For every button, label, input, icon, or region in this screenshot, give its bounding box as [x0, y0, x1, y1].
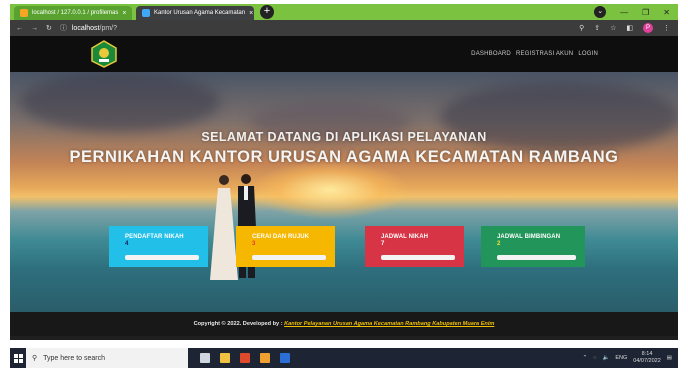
app-icon[interactable] — [260, 353, 270, 363]
back-icon[interactable]: ← — [16, 25, 23, 32]
card-pendaftar-nikah[interactable]: PENDAFTAR NIKAH 4 — [109, 226, 208, 267]
chrome-icon[interactable] — [240, 353, 250, 363]
card-progress-bar — [497, 255, 576, 260]
forward-icon[interactable]: → — [31, 25, 38, 32]
sunset-glow — [250, 160, 410, 220]
page-bottom-strip — [10, 340, 678, 348]
phpmyadmin-favicon-icon — [20, 9, 28, 17]
start-button[interactable] — [10, 348, 26, 368]
new-tab-button[interactable]: + — [260, 5, 274, 19]
card-label: CERAI DAN RUJUK — [252, 234, 310, 240]
tray-chevron-icon[interactable]: ⌃ — [583, 355, 588, 361]
bookmark-star-icon[interactable]: ☆ — [610, 24, 616, 32]
card-value: 7 — [381, 241, 385, 247]
kemenag-logo-icon — [91, 40, 117, 68]
site-info-icon[interactable]: ⓘ — [60, 23, 67, 33]
screen: localhost / 127.0.0.1 / profilemas × Kan… — [0, 0, 688, 371]
minimize-icon[interactable]: — — [620, 8, 628, 17]
hero-banner: SELAMAT DATANG DI APLIKASI PELAYANAN PER… — [10, 72, 678, 312]
tab-label: Kantor Urusan Agama Kecamatan — [154, 10, 246, 16]
card-progress-bar — [125, 255, 199, 260]
card-progress-bar — [381, 255, 455, 260]
profile-avatar[interactable]: P — [643, 23, 653, 33]
task-view-icon[interactable] — [200, 353, 210, 363]
taskbar-search-input[interactable]: ⚲ Type here to search — [26, 348, 188, 368]
notification-icon[interactable]: ▤ — [667, 355, 672, 361]
reload-icon[interactable]: ↻ — [46, 24, 52, 32]
system-tray: ⌃ ◌ 🔈 ENG 8:14 04/07/2022 ▤ — [583, 351, 678, 365]
site-navbar: DASHBOARD REGISTRASI AKUN LOGIN — [10, 36, 678, 72]
close-tab-icon[interactable]: × — [249, 10, 253, 17]
toolbar-right: ⚲ ⇪ ☆ ◧ P ⋮ — [579, 23, 678, 33]
site-footer: Copyright © 2022. Developed by : Kantor … — [10, 312, 678, 336]
card-cerai-rujuk[interactable]: CERAI DAN RUJUK 3 — [236, 226, 335, 267]
word-icon[interactable] — [280, 353, 290, 363]
file-explorer-icon[interactable] — [220, 353, 230, 363]
tab-label: localhost / 127.0.0.1 / profilemas — [32, 10, 119, 16]
card-label: JADWAL NIKAH — [381, 234, 429, 240]
browser-tab-bar: localhost / 127.0.0.1 / profilemas × Kan… — [10, 4, 678, 20]
card-label: JADWAL BIMBINGAN — [497, 234, 561, 240]
tab-phpmyadmin[interactable]: localhost / 127.0.0.1 / profilemas × — [14, 6, 132, 20]
url-field[interactable]: ⓘ localhost/pm/? — [60, 23, 117, 33]
card-value: 2 — [497, 241, 501, 247]
footer-developer-link[interactable]: Kantor Pelayanan Urusan Agama Kecamatan … — [284, 321, 494, 327]
language-indicator[interactable]: ENG — [615, 355, 627, 361]
url-path: /pm/? — [99, 24, 118, 32]
nav-dashboard-link[interactable]: DASHBOARD — [471, 51, 511, 57]
clock-time: 8:14 — [641, 351, 653, 357]
address-bar: ← → ↻ ⓘ localhost/pm/? ⚲ ⇪ ☆ ◧ P ⋮ — [10, 20, 678, 36]
card-value: 4 — [125, 241, 129, 247]
windows-logo-icon — [13, 353, 23, 363]
nav-links: DASHBOARD REGISTRASI AKUN LOGIN — [471, 51, 598, 57]
network-icon[interactable]: ◌ — [593, 355, 596, 361]
search-placeholder: Type here to search — [43, 354, 106, 362]
url-host: localhost — [71, 24, 100, 32]
zoom-icon[interactable]: ⚲ — [579, 24, 584, 32]
card-value: 3 — [252, 241, 256, 247]
card-jadwal-bimbingan[interactable]: JADWAL BIMBINGAN 2 — [481, 226, 585, 267]
taskbar-apps — [200, 353, 290, 363]
card-progress-bar — [252, 255, 326, 260]
hero-title-welcome: SELAMAT DATANG DI APLIKASI PELAYANAN — [201, 130, 487, 144]
restore-icon[interactable]: ❐ — [642, 8, 649, 17]
website: DASHBOARD REGISTRASI AKUN LOGIN SELAMAT … — [10, 36, 678, 340]
search-icon: ⚲ — [32, 355, 38, 362]
volume-icon[interactable]: 🔈 — [602, 355, 609, 361]
footer-copyright: Copyright © 2022. Developed by : — [193, 321, 283, 327]
kua-favicon-icon — [142, 9, 150, 17]
sidebar-icon[interactable]: ◧ — [626, 24, 633, 32]
tab-search-icon[interactable]: ⌄ — [594, 6, 607, 18]
tab-kua[interactable]: Kantor Urusan Agama Kecamatan × — [136, 6, 254, 20]
card-label: PENDAFTAR NIKAH — [125, 234, 184, 240]
clock[interactable]: 8:14 04/07/2022 — [633, 351, 661, 365]
nav-login-link[interactable]: LOGIN — [578, 51, 598, 57]
close-window-icon[interactable]: ✕ — [663, 8, 670, 17]
share-icon[interactable]: ⇪ — [594, 24, 600, 32]
card-jadwal-nikah[interactable]: JADWAL NIKAH 7 — [365, 226, 464, 267]
hero-title-main: PERNIKAHAN KANTOR URUSAN AGAMA KECAMATAN… — [69, 148, 619, 166]
menu-kebab-icon[interactable]: ⋮ — [663, 24, 670, 32]
close-tab-icon[interactable]: × — [122, 10, 126, 17]
window-controls: ⌄ — ❐ ✕ — [594, 4, 678, 20]
clock-date: 04/07/2022 — [633, 358, 661, 364]
windows-taskbar: ⚲ Type here to search ⌃ ◌ 🔈 ENG 8:14 04/… — [10, 348, 678, 368]
nav-registrasi-link[interactable]: REGISTRASI AKUN — [516, 51, 573, 57]
